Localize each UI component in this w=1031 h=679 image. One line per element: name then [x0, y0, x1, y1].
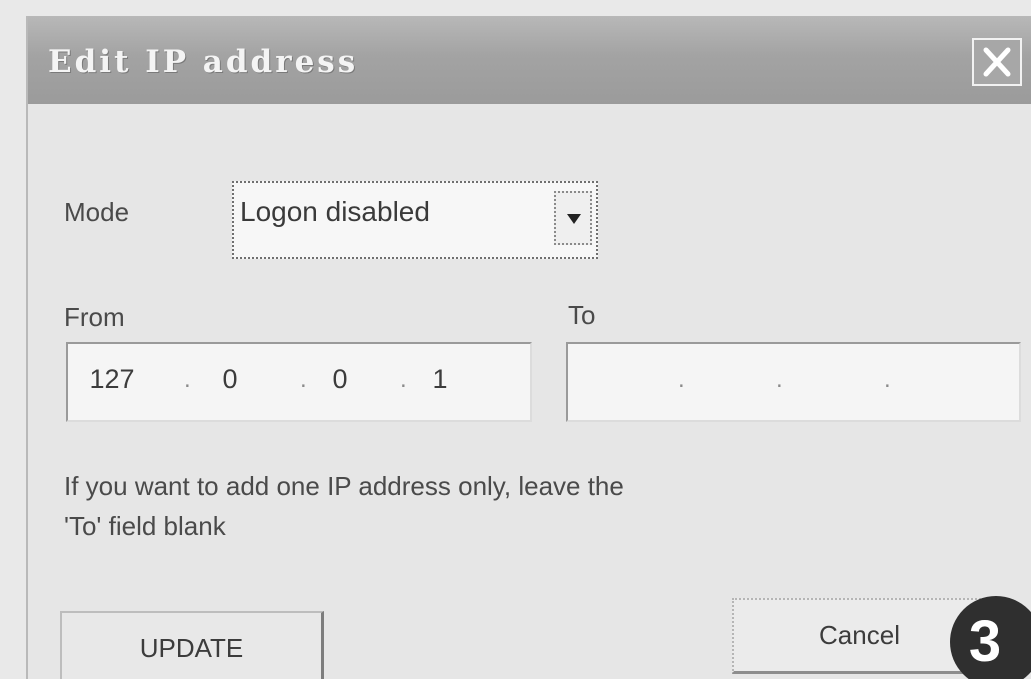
from-ip-octet-4[interactable]: 1	[410, 364, 470, 395]
close-button[interactable]	[972, 38, 1022, 86]
ip-separator: .	[884, 366, 891, 393]
from-ip-input[interactable]: 127 . 0 . 0 . 1	[66, 342, 532, 422]
ip-separator: .	[300, 366, 307, 393]
edit-ip-dialog: Edit IP address Mode Logon disabled From…	[26, 16, 1031, 679]
update-button[interactable]: UPDATE	[60, 611, 324, 679]
to-ip-input[interactable]: . . .	[566, 342, 1021, 422]
from-label: From	[64, 302, 125, 332]
ip-separator: .	[184, 366, 191, 393]
ip-separator: .	[400, 366, 407, 393]
from-ip-octet-3[interactable]: 0	[310, 364, 370, 395]
dialog-title: Edit IP address	[48, 44, 359, 80]
hint-text: If you want to add one IP address only, …	[64, 466, 864, 546]
dropdown-button[interactable]	[554, 191, 592, 245]
hint-line-1: If you want to add one IP address only, …	[64, 471, 624, 501]
mode-select[interactable]: Logon disabled	[232, 181, 598, 259]
mode-select-value: Logon disabled	[240, 196, 430, 227]
hint-line-2: 'To' field blank	[64, 511, 226, 541]
chevron-down-icon	[567, 214, 581, 224]
mode-label: Mode	[64, 197, 130, 227]
from-ip-octet-1[interactable]: 127	[82, 364, 142, 395]
close-icon	[983, 47, 1011, 77]
from-ip-octet-2[interactable]: 0	[200, 364, 260, 395]
screenshot: Edit IP address Mode Logon disabled From…	[0, 0, 1031, 679]
to-label: To	[568, 300, 596, 330]
ip-separator: .	[776, 366, 783, 393]
ip-separator: .	[678, 366, 685, 393]
title-bar: Edit IP address	[28, 16, 1031, 104]
